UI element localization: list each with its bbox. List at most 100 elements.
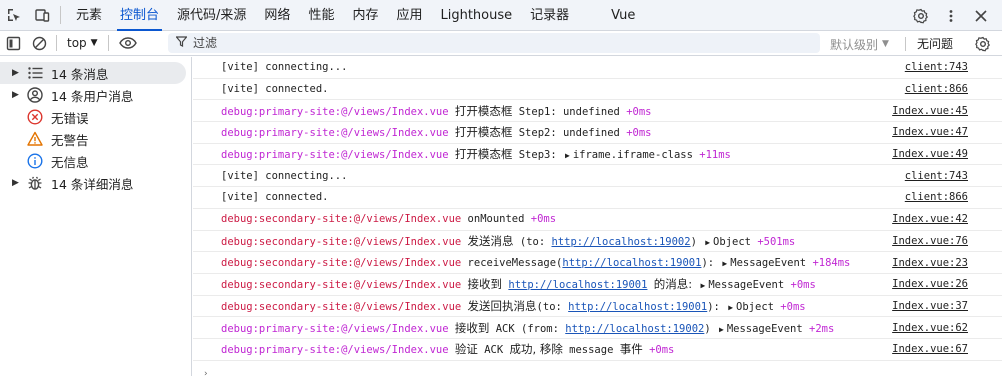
log-text: Object xyxy=(736,300,781,313)
source-link[interactable]: Index.vue:76 xyxy=(892,235,968,247)
log-row: [vite] connected. client:866 xyxy=(193,79,1002,101)
debug-namespace: debug:secondary-site:@/views/Index.vue xyxy=(221,213,468,226)
tab-5[interactable]: 内存 xyxy=(343,0,387,31)
log-row: [vite] connecting... client:743 xyxy=(193,165,1002,188)
sidebar-item-label: 14 条消息 xyxy=(51,66,109,82)
log-row: debug:primary-site:@/views/Index.vue 打开模… xyxy=(193,100,1002,123)
filter-input[interactable] xyxy=(193,36,793,50)
console-settings-icon[interactable] xyxy=(970,31,996,56)
log-text: Step1: undefined xyxy=(512,105,627,118)
log-message: [vite] connecting... xyxy=(221,61,347,73)
device-toggle-icon[interactable] xyxy=(28,0,56,31)
expand-arrow-icon[interactable]: ▶ xyxy=(565,151,570,160)
debug-namespace: debug:primary-site:@/views/Index.vue xyxy=(221,322,455,335)
source-link[interactable]: Index.vue:26 xyxy=(892,278,968,290)
sidebar-item-3[interactable]: 无警告 xyxy=(0,128,186,150)
log-text: 打开模态框 xyxy=(454,147,513,162)
log-row: debug:secondary-site:@/views/Index.vue 发… xyxy=(193,231,1002,253)
expand-arrow-icon[interactable]: ▶ xyxy=(705,238,710,247)
time-delta: +0ms xyxy=(626,127,652,140)
tab-6[interactable]: 应用 xyxy=(387,0,431,31)
log-text: 接收到 xyxy=(467,277,503,292)
sidebar-toggle-icon[interactable] xyxy=(0,31,26,56)
tab-8[interactable]: 记录器 xyxy=(521,0,578,31)
time-delta: +0ms xyxy=(530,213,557,226)
console-prompt-icon[interactable]: › xyxy=(204,369,208,376)
expand-arrow-icon[interactable]: ▶ xyxy=(728,303,733,312)
devtools-tabbar: 元素 控制台 源代码/来源 网络 性能 内存 应用 Lighthouse 记录器 Vue xyxy=(0,0,1002,31)
log-row: debug:secondary-site:@/views/Index.vue r… xyxy=(193,252,1002,274)
tab-9[interactable]: Vue xyxy=(602,0,644,31)
sidebar-item-1[interactable]: ▶ 14 条用户消息 xyxy=(0,84,186,106)
log-link[interactable]: http://localhost:19001 xyxy=(562,257,701,269)
log-row: debug:secondary-site:@/views/Index.vue 接… xyxy=(193,274,1002,296)
expand-arrow-icon[interactable]: ▶ xyxy=(719,325,724,334)
log-text: 验证 xyxy=(454,342,478,357)
inspect-icon[interactable] xyxy=(0,0,28,31)
expand-arrow-icon[interactable]: ▶ xyxy=(12,178,26,188)
source-link[interactable]: Index.vue:67 xyxy=(892,343,968,355)
log-message: debug:primary-site:@/views/Index.vue 打开模… xyxy=(221,103,652,119)
context-selector[interactable]: top ▼ xyxy=(61,31,104,56)
log-link[interactable]: http://localhost:19002 xyxy=(551,236,690,248)
log-message: debug:secondary-site:@/views/Index.vue 接… xyxy=(221,276,816,292)
source-link[interactable]: Index.vue:47 xyxy=(892,126,968,138)
log-message: debug:secondary-site:@/views/Index.vue 发… xyxy=(221,298,806,314)
tab-3[interactable]: 网络 xyxy=(255,0,299,31)
user-icon xyxy=(26,86,44,104)
source-link[interactable]: client:743 xyxy=(905,61,968,73)
close-icon[interactable] xyxy=(968,0,994,31)
debug-namespace: debug:secondary-site:@/views/Index.vue xyxy=(221,279,468,292)
expand-arrow-icon[interactable]: ▶ xyxy=(12,90,26,100)
expand-arrow-icon[interactable]: ▶ xyxy=(722,259,727,268)
source-link[interactable]: client:866 xyxy=(905,191,968,203)
log-text: 接收到 xyxy=(454,320,490,335)
warning-icon xyxy=(26,130,44,148)
source-link[interactable]: Index.vue:37 xyxy=(892,300,968,312)
tab-1[interactable]: 控制台 xyxy=(111,0,168,31)
log-message: [vite] connected. xyxy=(221,191,328,203)
log-text: receiveMessage( xyxy=(467,256,563,269)
source-link[interactable]: Index.vue:45 xyxy=(892,105,968,117)
console-sidebar: ▶ 14 条消息 ▶ 14 条用户消息 无错误 无警告 无信息 ▶ 14 条详细消息 xyxy=(0,57,192,376)
issues-counter[interactable]: 无问题 xyxy=(917,35,953,52)
toolbar-divider xyxy=(905,37,906,51)
log-text: iframe.iframe-class xyxy=(572,149,700,162)
log-text: [vite] connecting... xyxy=(221,61,348,74)
source-link[interactable]: Index.vue:42 xyxy=(892,213,968,225)
more-vert-icon[interactable] xyxy=(938,0,964,31)
log-text: 发送消息 xyxy=(467,233,514,248)
toolbar-divider xyxy=(56,35,57,51)
sidebar-item-5[interactable]: ▶ 14 条详细消息 xyxy=(0,172,186,194)
debug-namespace: debug:primary-site:@/views/Index.vue xyxy=(221,344,455,357)
console-toolbar: top ▼ 默认级别 ▼ 无问题 xyxy=(0,31,1002,56)
tab-4[interactable]: 性能 xyxy=(299,0,343,31)
eye-icon[interactable] xyxy=(113,31,143,56)
tab-7[interactable]: Lighthouse xyxy=(431,0,521,31)
dropdown-arrow-icon: ▼ xyxy=(90,38,98,48)
log-text: Object xyxy=(713,235,758,248)
tab-0[interactable]: 元素 xyxy=(67,0,111,31)
gear-icon[interactable] xyxy=(908,0,934,31)
log-link[interactable]: http://localhost:19002 xyxy=(565,323,704,335)
sidebar-item-4[interactable]: 无信息 xyxy=(0,150,186,172)
sidebar-item-0[interactable]: ▶ 14 条消息 xyxy=(0,62,186,84)
source-link[interactable]: Index.vue:62 xyxy=(892,322,968,334)
expand-arrow-icon[interactable]: ▶ xyxy=(12,68,26,78)
log-text: ACK (from: xyxy=(489,322,566,335)
tab-2[interactable]: 源代码/来源 xyxy=(168,0,255,31)
expand-arrow-icon[interactable]: ▶ xyxy=(700,281,705,290)
error-icon xyxy=(26,108,44,126)
log-levels-dropdown[interactable]: 默认级别 ▼ xyxy=(830,35,889,53)
source-link[interactable]: client:743 xyxy=(905,170,968,182)
source-link[interactable]: Index.vue:49 xyxy=(892,148,968,160)
clear-console-icon[interactable] xyxy=(26,31,52,56)
log-link[interactable]: http://localhost:19001 xyxy=(568,301,707,313)
source-link[interactable]: Index.vue:23 xyxy=(892,257,968,269)
source-link[interactable]: client:866 xyxy=(905,83,968,95)
log-text: onMounted xyxy=(467,213,531,226)
debug-namespace: debug:primary-site:@/views/Index.vue xyxy=(221,127,455,140)
sidebar-item-2[interactable]: 无错误 xyxy=(0,106,186,128)
log-link[interactable]: http://localhost:19001 xyxy=(508,279,647,291)
log-text: ): xyxy=(707,300,727,313)
